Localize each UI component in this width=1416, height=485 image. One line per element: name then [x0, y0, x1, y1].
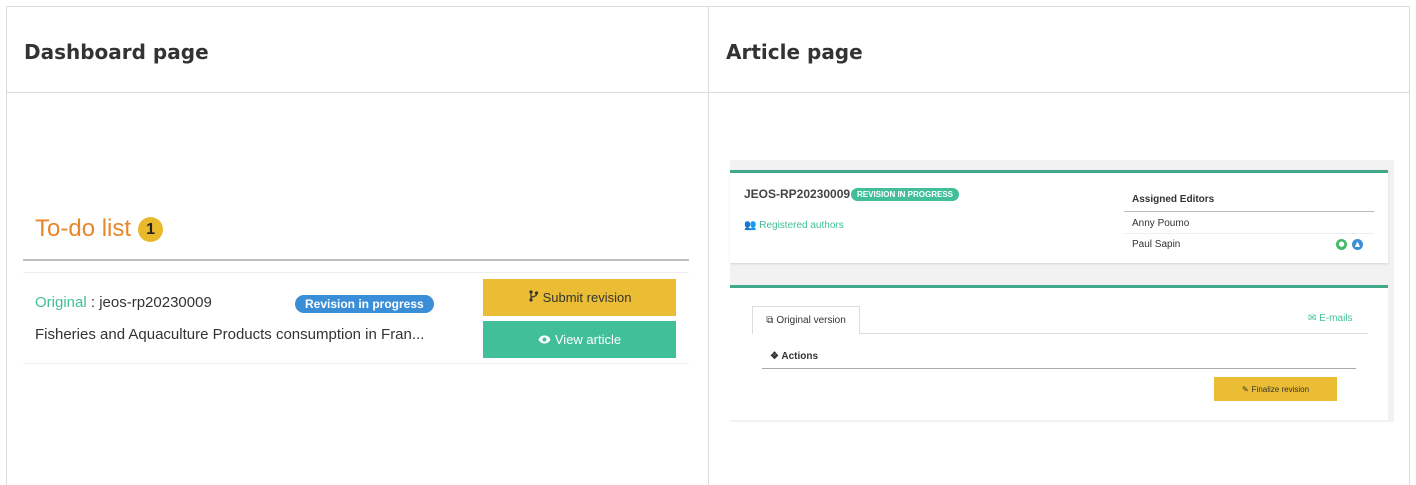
tab-original-version[interactable]: ⧉ Original version [752, 306, 860, 334]
envelope-icon: ✉ [1308, 313, 1317, 324]
article-id: jeos-rp20230009 [99, 294, 212, 311]
article-title: Fisheries and Aquaculture Products consu… [35, 326, 425, 343]
todo-list-title: To-do list [35, 215, 132, 242]
pencil-icon: ✎ [1241, 384, 1249, 394]
emails-label: E-mails [1319, 313, 1353, 324]
status-badge: Revision in progress [295, 295, 434, 313]
eye-icon [538, 333, 551, 347]
tag-icon[interactable]: ● [1336, 239, 1347, 250]
editor-name: Anny Poumo [1132, 218, 1190, 229]
actions-label: Actions [781, 351, 819, 362]
view-article-label: View article [554, 332, 622, 347]
header-divider [6, 92, 1410, 93]
copy-icon: ⧉ [766, 315, 774, 326]
todo-item-header: Original : jeos-rp20230009 [35, 294, 212, 311]
editor-name: Paul Sapin [1132, 239, 1181, 250]
column-title-dashboard: Dashboard page [24, 40, 209, 64]
original-link[interactable]: Original [35, 294, 87, 311]
article-id-heading: JEOS-RP20230009 [744, 187, 851, 201]
view-article-button[interactable]: View article [483, 321, 676, 358]
id-separator: : [86, 294, 100, 311]
column-title-article: Article page [726, 40, 863, 64]
submit-revision-label: Submit revision [542, 290, 632, 305]
tab-original-version-label: Original version [776, 315, 846, 326]
info-circle-icon: ❖ [770, 351, 779, 362]
finalize-revision-label: Finalize revision [1251, 384, 1310, 394]
article-status-badge: REVISION IN PROGRESS [851, 188, 960, 201]
todo-divider [23, 259, 689, 261]
users-icon: 👥 [744, 220, 757, 231]
article-summary-card: JEOS-RP20230009 REVISION IN PROGRESS 👥 R… [730, 170, 1388, 263]
row-separator [23, 363, 689, 364]
registered-authors-label: Registered authors [759, 220, 844, 231]
editor-divider [1124, 233, 1374, 234]
registered-authors-link[interactable]: 👥 Registered authors [744, 220, 844, 231]
article-actions-card: ⧉ Original version ✉ E-mails ❖ Actions ✎… [730, 285, 1388, 420]
submit-revision-button[interactable]: Submit revision [483, 279, 676, 316]
assigned-editors-divider [1124, 211, 1374, 212]
row-separator [23, 272, 689, 273]
actions-heading: ❖ Actions [770, 351, 818, 362]
actions-divider [762, 368, 1356, 369]
tab-divider [860, 333, 1368, 334]
finalize-revision-button[interactable]: ✎ Finalize revision [1214, 377, 1337, 401]
assigned-editors-title: Assigned Editors [1132, 194, 1215, 205]
todo-count-badge: 1 [138, 216, 164, 242]
branch-icon [528, 290, 539, 305]
column-divider [708, 6, 709, 485]
pin-icon[interactable]: ▲ [1352, 239, 1363, 250]
emails-link[interactable]: ✉ E-mails [1308, 313, 1353, 324]
todo-list-heading: To-do list 1 [35, 215, 164, 243]
